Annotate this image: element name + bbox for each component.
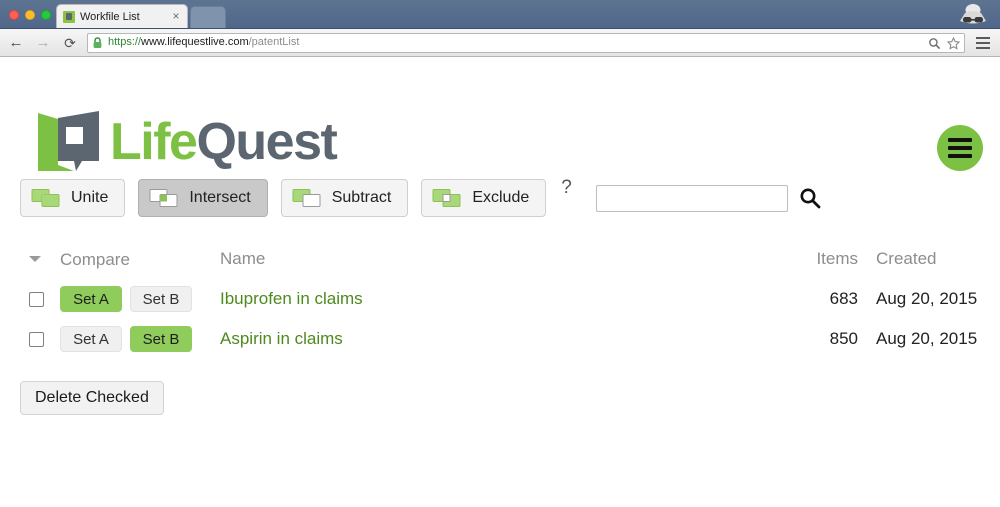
set-a-button[interactable]: Set A xyxy=(60,286,122,312)
url-scheme: https:// xyxy=(108,36,142,48)
url-path: /patentList xyxy=(248,36,300,48)
tab-favicon-icon xyxy=(63,11,75,23)
search-input[interactable] xyxy=(595,184,788,212)
row-created-date: Aug 20, 2015 xyxy=(876,289,978,308)
row-items-count: 683 xyxy=(829,289,858,308)
hamburger-bar-2 xyxy=(948,146,972,150)
unite-button[interactable]: Unite xyxy=(20,179,126,217)
exclude-venn-icon xyxy=(432,189,461,207)
subtract-button[interactable]: Subtract xyxy=(280,179,409,217)
menu-bar-1 xyxy=(976,36,990,39)
close-tab-icon[interactable]: × xyxy=(170,10,182,23)
hamburger-bar-1 xyxy=(948,138,972,142)
row-checkbox[interactable] xyxy=(29,291,44,307)
search-area xyxy=(595,184,821,212)
logo-life-text: Life xyxy=(110,113,198,171)
row-items-count: 850 xyxy=(829,329,858,348)
set-b-button[interactable]: Set B xyxy=(130,286,192,312)
set-operations-toolbar: Unite Intersect Subtract Exclude ? xyxy=(0,167,1000,229)
browser-toolbar: ← → ⟳ https://www.lifequestlive.com/pate… xyxy=(0,29,1000,57)
hamburger-bar-3 xyxy=(948,154,972,158)
workfile-name-link[interactable]: Ibuprofen in claims xyxy=(220,289,363,308)
intersect-button[interactable]: Intersect xyxy=(138,179,268,217)
lock-icon xyxy=(93,36,102,48)
sort-dropdown[interactable] xyxy=(20,256,60,262)
subtract-venn-icon xyxy=(292,189,321,207)
browser-window: Workfile List × ← → ⟳ https://www.lifequ… xyxy=(0,0,1000,507)
set-b-button[interactable]: Set B xyxy=(130,326,192,352)
table-header-row: Compare Name Items Created xyxy=(20,239,980,279)
incognito-icon xyxy=(960,4,986,24)
logo-wordmark: LifeQuest xyxy=(110,113,338,171)
reload-button[interactable]: ⟳ xyxy=(59,32,81,54)
address-bar[interactable]: https://www.lifequestlive.com/patentList xyxy=(87,32,965,53)
menu-bar-3 xyxy=(976,46,990,49)
column-header-created: Created xyxy=(876,248,937,268)
search-icon[interactable] xyxy=(928,37,941,50)
page-content: LifeQuest Unite Intersect Subtract Exclu… xyxy=(0,57,1000,507)
column-header-compare: Compare xyxy=(60,249,130,269)
url-text: https://www.lifequestlive.com/patentList xyxy=(108,37,299,48)
help-icon[interactable]: ? xyxy=(561,167,572,197)
column-header-name: Name xyxy=(220,248,266,268)
browser-tabstrip: Workfile List × xyxy=(0,0,1000,29)
exclude-label: Exclude xyxy=(472,189,530,206)
minimize-window-button[interactable] xyxy=(25,10,35,20)
row-created-date: Aug 20, 2015 xyxy=(876,329,978,348)
unite-label: Unite xyxy=(71,189,109,206)
lifequest-logo[interactable]: LifeQuest xyxy=(36,109,338,175)
url-host: www.lifequestlive.com xyxy=(141,36,249,48)
subtract-label: Subtract xyxy=(331,189,392,206)
sort-caret-icon xyxy=(29,256,41,262)
close-window-button[interactable] xyxy=(9,10,19,20)
set-a-button[interactable]: Set A xyxy=(60,326,122,352)
star-icon[interactable] xyxy=(947,36,960,50)
logo-quest-text: Quest xyxy=(196,113,337,171)
exclude-button[interactable]: Exclude xyxy=(421,179,547,217)
workfile-table: Compare Name Items Created Set A Set B I… xyxy=(0,239,1000,359)
forward-button[interactable]: → xyxy=(32,32,54,54)
unite-venn-icon xyxy=(31,189,60,207)
table-row: Set A Set B Ibuprofen in claims 683 Aug … xyxy=(20,279,980,319)
lifequest-logo-mark xyxy=(38,111,99,171)
row-checkbox[interactable] xyxy=(29,331,44,347)
workfile-name-link[interactable]: Aspirin in claims xyxy=(220,329,343,348)
table-row: Set A Set B Aspirin in claims 850 Aug 20… xyxy=(20,319,980,359)
menu-bar-2 xyxy=(976,41,990,44)
background-tab[interactable] xyxy=(190,6,226,28)
maximize-window-button[interactable] xyxy=(41,10,51,20)
site-header: LifeQuest xyxy=(0,57,1000,171)
back-button[interactable]: ← xyxy=(5,32,27,54)
tab-title: Workfile List xyxy=(80,11,140,23)
column-header-items: Items xyxy=(816,248,858,268)
delete-checked-button[interactable]: Delete Checked xyxy=(20,381,164,415)
chrome-menu-button[interactable] xyxy=(971,32,995,54)
browser-tab-workfile-list[interactable]: Workfile List × xyxy=(56,4,188,28)
window-traffic-lights xyxy=(9,10,51,20)
search-icon[interactable] xyxy=(799,187,821,209)
omnibox-icons xyxy=(928,36,960,50)
intersect-venn-icon xyxy=(149,189,178,207)
intersect-label: Intersect xyxy=(189,189,251,206)
hamburger-menu-icon[interactable] xyxy=(937,125,983,171)
